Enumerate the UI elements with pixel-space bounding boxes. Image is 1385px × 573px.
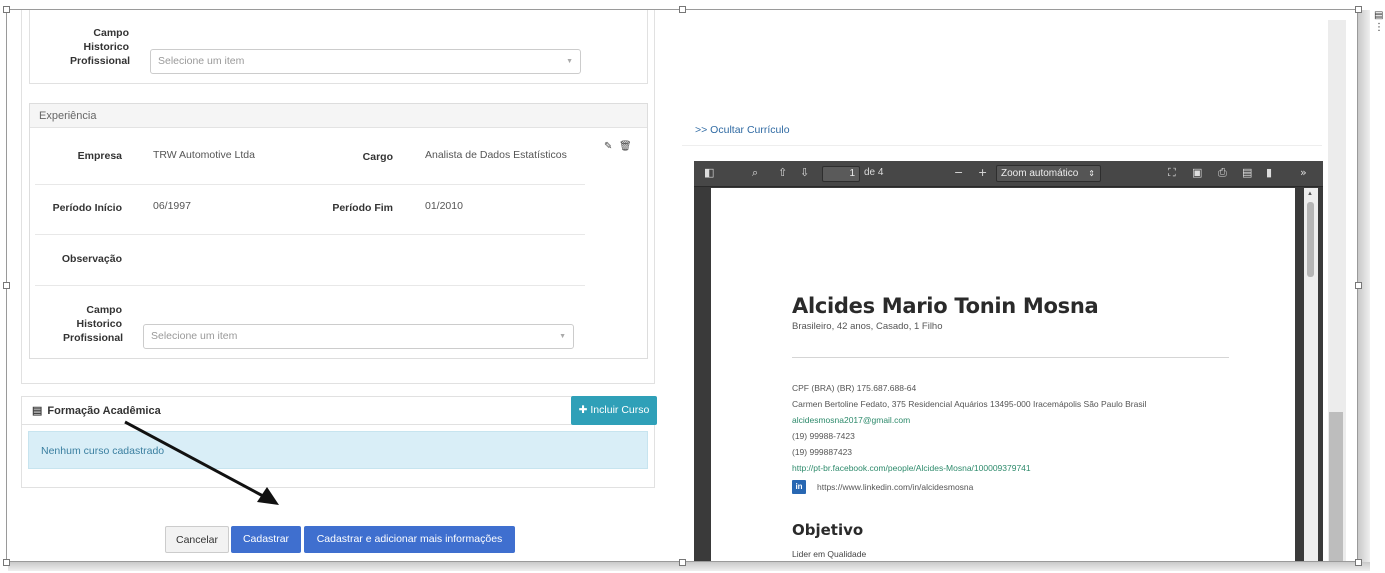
cargo-label: Cargo <box>362 151 393 163</box>
chevron-down-icon: ▼ <box>559 333 566 340</box>
arrow-up-icon[interactable]: ⇧ <box>778 166 787 179</box>
zoom-select[interactable]: Zoom automático ⇕ <box>996 165 1101 182</box>
screenshot-frame: Campo Historico Profissional Selecione u… <box>6 9 1358 562</box>
campo-historico-select[interactable]: Selecione um item ▼ <box>150 49 581 74</box>
resize-handle[interactable] <box>1355 559 1362 566</box>
chevron-down-icon: ▼ <box>566 58 573 65</box>
resize-handle[interactable] <box>3 6 10 13</box>
pdf-viewer: ◧ ⌕ ⇧ ⇩ 1 de 4 − + Zoom automático ⇕ ⛶ ▣ … <box>694 161 1323 561</box>
cv-facebook-link[interactable]: http://pt-br.facebook.com/people/Alcides… <box>792 463 1031 473</box>
scrollbar-thumb[interactable] <box>1329 412 1343 561</box>
page-total: de 4 <box>864 167 884 178</box>
row-divider <box>35 184 585 185</box>
campo-historico-label: Campo Historico Profissional <box>70 27 131 67</box>
empresa-value: TRW Automotive Ltda <box>153 149 255 161</box>
cv-address: Carmen Bertoline Fedato, 375 Residencial… <box>792 399 1147 409</box>
download-icon[interactable]: ▤ <box>1242 166 1252 179</box>
cv-cpf: CPF (BRA) (BR) 175.687.688-64 <box>792 383 917 393</box>
cv-name: Alcides Mario Tonin Mosna <box>792 294 1099 318</box>
pdf-toolbar: ◧ ⌕ ⇧ ⇩ 1 de 4 − + Zoom automático ⇕ ⛶ ▣ … <box>694 161 1323 187</box>
campo-historico-label: Campo Historico Profissional <box>63 304 124 344</box>
row-divider <box>35 234 585 235</box>
zoom-out-icon[interactable]: − <box>954 166 963 179</box>
pdf-page: Alcides Mario Tonin Mosna Brasileiro, 42… <box>711 188 1295 561</box>
book-icon: ▤ <box>32 405 43 417</box>
resize-handle[interactable] <box>1355 282 1362 289</box>
resize-handle[interactable] <box>3 559 10 566</box>
linkedin-icon: in <box>792 480 806 494</box>
plus-icon: ✚ <box>578 404 588 416</box>
trash-icon[interactable]: 🗑 <box>619 141 632 152</box>
cv-email-link[interactable]: alcidesmosna2017@gmail.com <box>792 415 910 425</box>
print-icon[interactable]: ⎙ <box>1218 166 1227 180</box>
open-file-icon[interactable]: ▣ <box>1192 166 1202 179</box>
document-icon[interactable]: ▤ ⋮ <box>1374 10 1385 36</box>
experience-title: Experiência <box>30 104 647 128</box>
empresa-label: Empresa <box>77 150 122 162</box>
previous-entry-box: Campo Historico Profissional Selecione u… <box>29 10 648 84</box>
pencil-icon[interactable]: ✎ <box>604 141 612 152</box>
incluir-curso-button[interactable]: ✚ Incluir Curso <box>571 396 657 425</box>
ocultar-curriculo-link[interactable]: >> Ocultar Currículo <box>695 124 790 136</box>
cv-objective-text: Lider em Qualidade <box>792 549 867 559</box>
cv-phone-2: (19) 999887423 <box>792 447 853 457</box>
window-shadow-right <box>1358 10 1370 568</box>
resize-handle[interactable] <box>3 282 10 289</box>
fullscreen-icon[interactable]: ⛶ <box>1168 166 1176 180</box>
pdf-scrollbar[interactable]: ▲ <box>1304 188 1318 561</box>
row-divider <box>35 285 585 286</box>
page-number-input[interactable]: 1 <box>822 166 860 182</box>
zoom-in-icon[interactable]: + <box>978 166 987 179</box>
page-scrollbar[interactable] <box>1328 20 1346 561</box>
observacao-label: Observação <box>61 253 122 265</box>
resize-handle[interactable] <box>679 559 686 566</box>
cadastrar-mais-button[interactable]: Cadastrar e adicionar mais informações <box>304 526 515 553</box>
arrow-down-icon[interactable]: ⇩ <box>800 166 809 179</box>
search-icon[interactable]: ⌕ <box>752 166 758 180</box>
periodo-fim-label: Período Fim <box>332 202 393 214</box>
pdf-scrollbar-thumb[interactable] <box>1307 202 1314 277</box>
periodo-inicio-label: Período Início <box>52 202 122 214</box>
cv-phone-1: (19) 99988-7423 <box>792 431 855 441</box>
annotation-arrow <box>124 420 279 505</box>
cv-divider <box>792 357 1229 358</box>
periodo-inicio-value: 06/1997 <box>153 200 191 212</box>
cv-subtitle: Brasileiro, 42 anos, Casado, 1 Filho <box>792 321 943 332</box>
cv-objective-title: Objetivo <box>792 521 864 539</box>
campo-historico-select[interactable]: Selecione um item ▼ <box>143 324 574 349</box>
bookmark-icon[interactable]: ▮ <box>1266 166 1272 179</box>
resize-handle[interactable] <box>1355 6 1362 13</box>
cancel-button[interactable]: Cancelar <box>165 526 229 553</box>
periodo-fim-value: 01/2010 <box>425 200 463 212</box>
sidebar-toggle-icon[interactable]: ◧ <box>704 166 714 179</box>
chevron-updown-icon: ⇕ <box>1088 169 1095 178</box>
divider <box>682 145 1322 146</box>
cv-linkedin-link[interactable]: https://www.linkedin.com/in/alcidesmosna <box>817 482 973 492</box>
cargo-value: Analista de Dados Estatísticos <box>425 149 567 161</box>
experience-box: Experiência Empresa TRW Automotive Ltda … <box>29 103 648 359</box>
more-tools-icon[interactable]: » <box>1300 166 1307 179</box>
cadastrar-button[interactable]: Cadastrar <box>231 526 301 553</box>
resize-handle[interactable] <box>679 6 686 13</box>
scroll-up-icon[interactable]: ▲ <box>1307 191 1313 197</box>
window-shadow-bottom <box>8 562 1370 571</box>
